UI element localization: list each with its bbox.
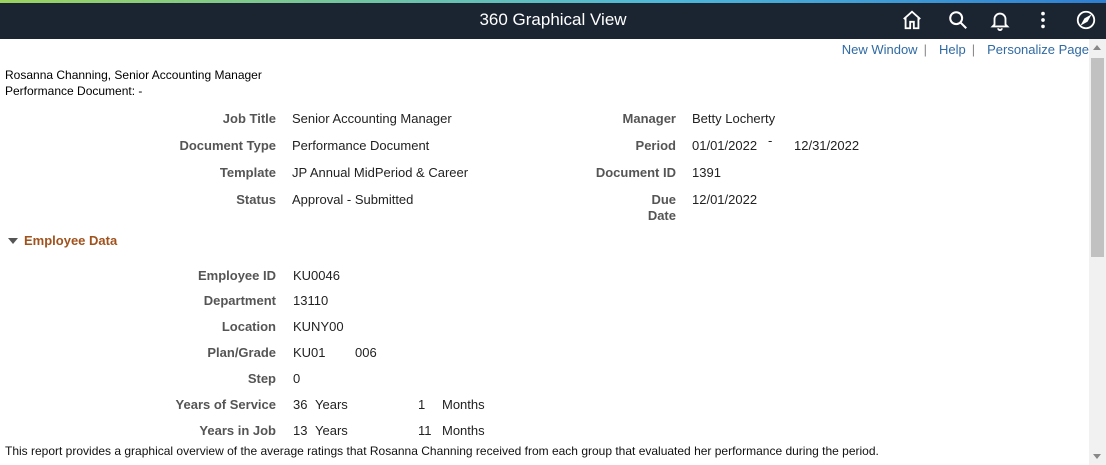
plan-grade-label: Plan/Grade <box>207 345 276 360</box>
step-value: 0 <box>293 371 301 386</box>
scroll-up-icon[interactable] <box>1093 45 1101 50</box>
scroll-down-icon[interactable] <box>1093 454 1101 459</box>
accent-line <box>0 0 1106 3</box>
employee-header: Rosanna Channing, Senior Accounting Mana… <box>5 67 262 99</box>
personalize-page-link[interactable]: Personalize Page <box>987 42 1089 57</box>
status-value: Approval - Submitted <box>292 192 414 207</box>
years-in-job-label: Years in Job <box>199 423 276 438</box>
period-start-value: 01/01/2022 <box>692 138 758 153</box>
more-vertical-icon[interactable] <box>1032 9 1054 31</box>
job-title-value: Senior Accounting Manager <box>292 111 452 126</box>
period-end-value: 12/31/2022 <box>794 138 860 153</box>
report-description: This report provides a graphical overvie… <box>5 444 879 458</box>
vertical-scrollbar[interactable] <box>1089 39 1106 465</box>
job-title-label: Job Title <box>222 111 276 126</box>
years-of-service-label: Years of Service <box>175 397 276 412</box>
document-type-value: Performance Document <box>292 138 430 153</box>
performance-document-line: Performance Document: - <box>5 84 143 98</box>
search-icon[interactable] <box>947 9 969 31</box>
years-of-service-months-value: 1 <box>418 397 426 412</box>
plan-value: KU01 <box>293 345 326 360</box>
due-date-label-line2: Date <box>647 208 676 223</box>
bell-icon[interactable] <box>989 9 1011 31</box>
employee-id-label: Employee ID <box>197 268 276 283</box>
home-icon[interactable] <box>901 9 923 31</box>
location-label: Location <box>221 319 276 334</box>
department-label: Department <box>203 293 276 308</box>
template-label: Template <box>219 165 276 180</box>
template-value: JP Annual MidPeriod & Career <box>292 165 469 180</box>
document-id-value: 1391 <box>692 165 721 180</box>
scrollbar-thumb[interactable] <box>1091 58 1104 257</box>
page-links: New Window | Help | Personalize Page <box>842 42 1089 57</box>
years-of-service-months-unit: Months <box>442 397 485 412</box>
due-date-label: Due Date <box>560 192 676 223</box>
years-of-service-years-unit: Years <box>315 397 348 412</box>
employee-data-section-toggle[interactable]: Employee Data <box>8 233 117 248</box>
years-in-job-months-unit: Months <box>442 423 485 438</box>
location-value: KUNY00 <box>293 319 344 334</box>
compass-icon[interactable] <box>1075 9 1097 31</box>
period-label: Period <box>635 138 676 153</box>
grade-value: 006 <box>355 345 377 360</box>
period-separator: - <box>768 133 773 148</box>
employee-name-title: Rosanna Channing, Senior Accounting Mana… <box>5 68 262 82</box>
collapse-triangle-icon <box>8 237 18 244</box>
new-window-link[interactable]: New Window <box>842 42 918 57</box>
step-label: Step <box>247 371 276 386</box>
years-in-job-years-value: 13 <box>293 423 308 438</box>
employee-data-section-title: Employee Data <box>24 233 118 248</box>
document-id-label: Document ID <box>595 165 676 180</box>
top-banner: 360 Graphical View <box>0 0 1106 39</box>
years-of-service-years-value: 36 <box>293 397 308 412</box>
status-label: Status <box>236 192 276 207</box>
department-value: 13110 <box>293 293 329 308</box>
link-separator: | <box>971 42 976 57</box>
document-type-label: Document Type <box>179 138 276 153</box>
years-in-job-years-unit: Years <box>315 423 348 438</box>
manager-label: Manager <box>622 111 676 126</box>
due-date-value: 12/01/2022 <box>692 192 758 207</box>
manager-value: Betty Locherty <box>692 111 776 126</box>
due-date-label-line1: Due <box>651 192 676 207</box>
page-title: 360 Graphical View <box>479 10 627 29</box>
link-separator: | <box>923 42 927 57</box>
employee-id-value: KU0046 <box>293 268 340 283</box>
years-in-job-months-value: 11 <box>418 423 432 438</box>
help-link[interactable]: Help <box>939 42 966 57</box>
